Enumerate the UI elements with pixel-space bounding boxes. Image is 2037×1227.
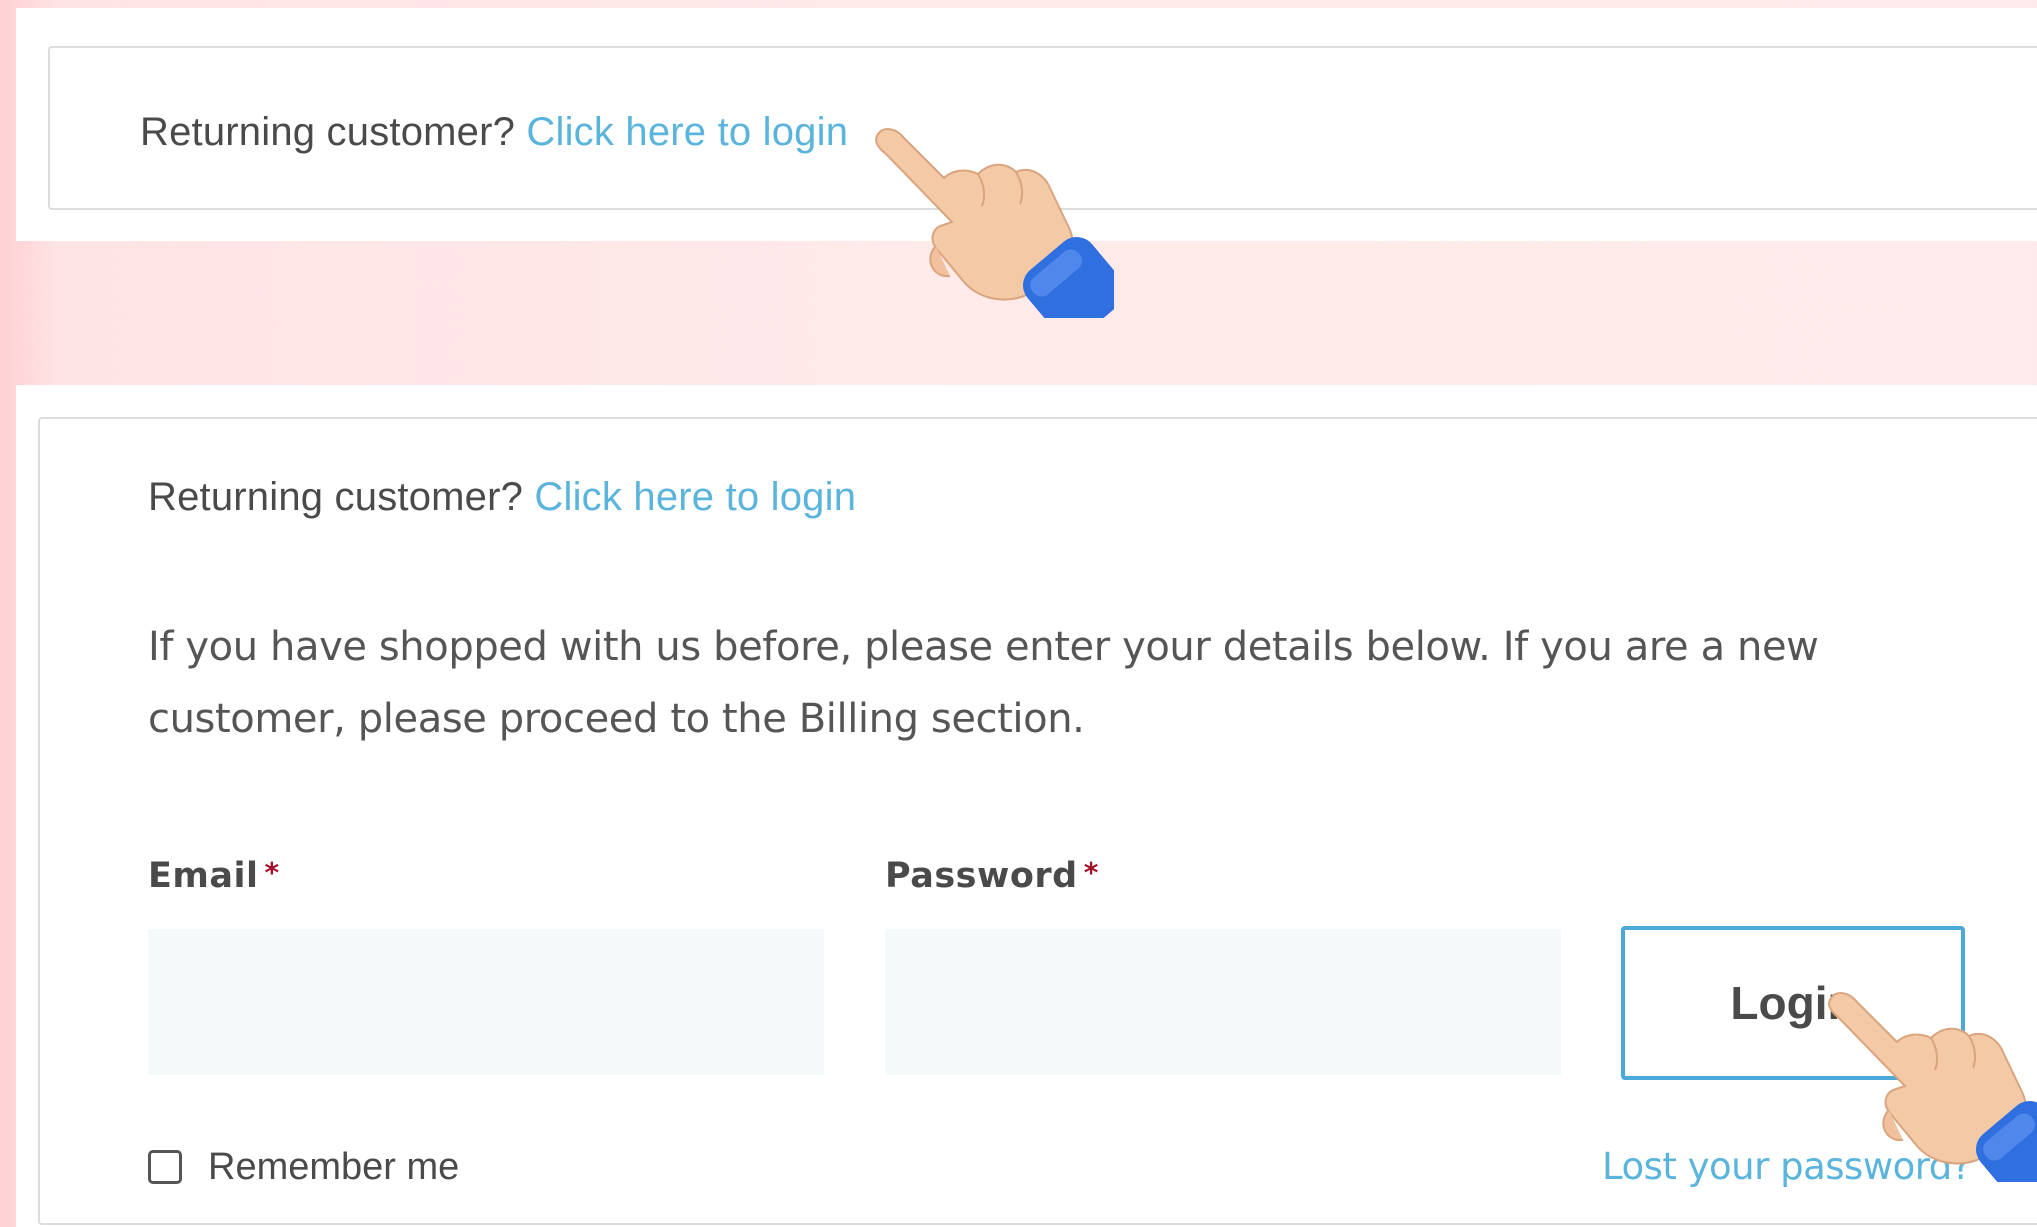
password-label: Password * <box>885 856 1099 896</box>
password-label-text: Password <box>885 856 1078 896</box>
email-label: Email * <box>148 856 280 896</box>
click-to-login-link[interactable]: Click here to login <box>534 475 856 519</box>
login-intro-text: If you have shopped with us before, plea… <box>148 624 1819 742</box>
pointing-hand-icon <box>875 128 1114 318</box>
returning-customer-panel-expanded: Returning customer? Click here to login … <box>16 385 2037 1227</box>
notice-line: Returning customer? Click here to login <box>148 475 856 520</box>
notice-line: Returning customer? Click here to login <box>140 110 848 155</box>
password-input[interactable] <box>885 929 1561 1075</box>
notice-prefix: Returning customer? <box>140 110 516 154</box>
login-form-box: Returning customer? Click here to login … <box>38 417 2037 1225</box>
required-marker: * <box>264 856 280 889</box>
remember-me-option[interactable]: Remember me <box>148 1144 459 1190</box>
required-marker: * <box>1083 856 1099 889</box>
remember-me-checkbox[interactable] <box>148 1150 182 1184</box>
remember-me-label: Remember me <box>208 1145 460 1188</box>
click-to-login-link[interactable]: Click here to login <box>526 110 848 154</box>
notice-prefix: Returning customer? <box>148 475 524 519</box>
email-input[interactable] <box>148 929 824 1075</box>
pointing-hand-icon <box>1828 992 2037 1182</box>
email-label-text: Email <box>148 856 259 896</box>
